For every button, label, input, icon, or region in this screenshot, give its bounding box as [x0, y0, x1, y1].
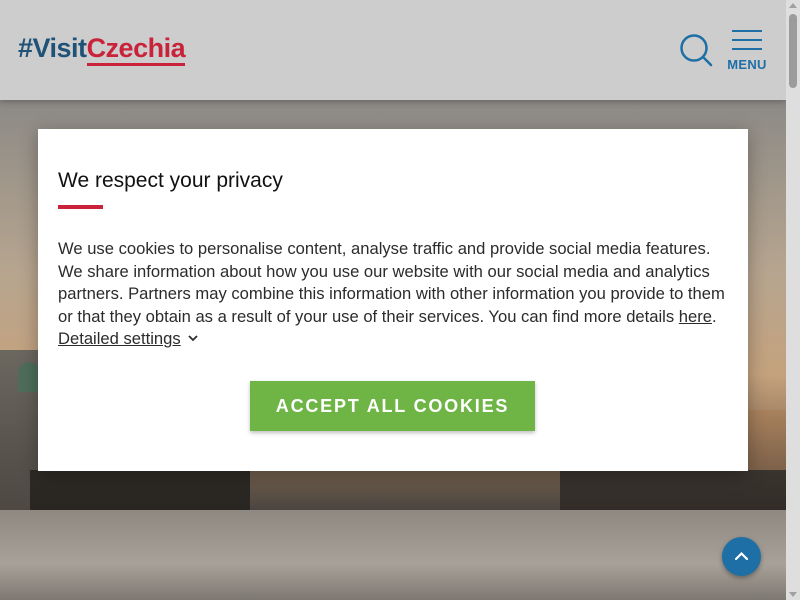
hamburger-icon — [732, 30, 762, 57]
back-to-top-button[interactable] — [722, 537, 761, 576]
logo-visit-text: #Visit — [18, 33, 87, 63]
site-logo[interactable]: #VisitCzechia — [18, 31, 186, 66]
cookie-dialog-title: We respect your privacy — [58, 169, 283, 192]
title-accent-rule — [58, 205, 103, 209]
cookie-body-text: We use cookies to personalise content, a… — [58, 239, 725, 326]
scrollbar-thumb[interactable] — [789, 14, 797, 88]
accept-all-cookies-button[interactable]: ACCEPT ALL COOKIES — [250, 381, 535, 431]
menu-label: MENU — [727, 57, 767, 72]
detailed-settings-link[interactable]: Detailed settings — [58, 329, 181, 348]
cookie-consent-dialog: We respect your privacy We use cookies t… — [38, 129, 748, 471]
scroll-down-arrow-icon[interactable] — [789, 592, 797, 597]
search-icon — [680, 34, 713, 67]
cookie-separator: . — [712, 306, 717, 326]
logo-czechia-text: Czechia — [86, 33, 186, 66]
hero-pavement — [0, 510, 786, 600]
chevron-down-icon[interactable] — [187, 332, 199, 344]
chevron-up-icon — [734, 551, 749, 561]
site-header: #VisitCzechia MENU — [0, 0, 786, 100]
hero-dome — [18, 362, 40, 392]
menu-button[interactable]: MENU — [724, 28, 770, 76]
page-scrollbar[interactable] — [786, 0, 800, 600]
cookie-details-link[interactable]: here — [679, 307, 712, 326]
scroll-up-arrow-icon[interactable] — [789, 3, 797, 8]
search-button[interactable] — [678, 32, 714, 68]
cookie-dialog-text: We use cookies to personalise content, a… — [58, 238, 730, 351]
